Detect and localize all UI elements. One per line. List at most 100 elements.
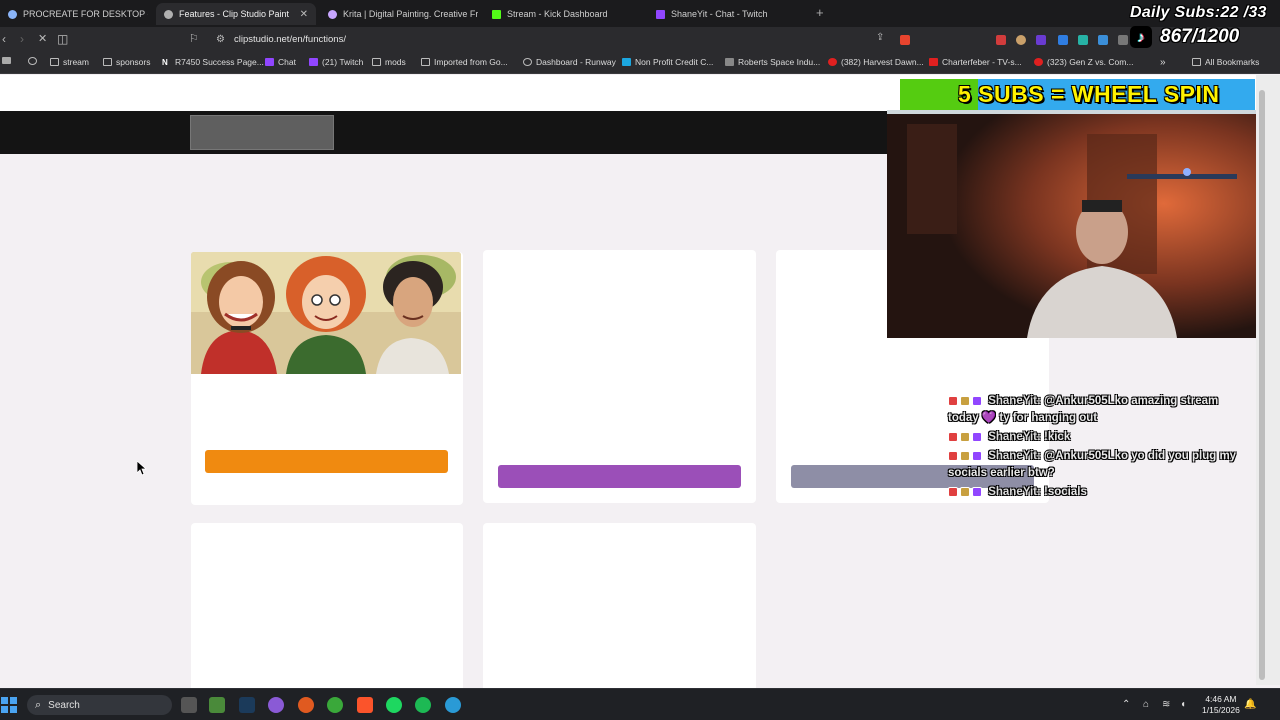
feature-card-button[interactable] <box>205 450 448 473</box>
taskbar-search[interactable]: ⌕ Search <box>27 695 172 715</box>
site-info-icon[interactable]: ⚙ <box>216 34 225 45</box>
bookmark-genz[interactable]: (323) Gen Z vs. Com... <box>1034 57 1133 67</box>
clock[interactable]: 4:46 AM 1/15/2026 <box>1202 694 1240 716</box>
chat-username: ShaneYit: <box>988 431 1041 443</box>
more-bookmarks-icon[interactable]: » <box>1160 57 1166 68</box>
tab-label: ShaneYit - Chat - Twitch <box>671 9 768 19</box>
bookmark-label: Dashboard - Runway <box>536 57 616 67</box>
wheel-spin-text: 5 SUBS = WHEEL SPIN <box>958 81 1220 107</box>
bookmark-stream[interactable]: stream <box>50 57 89 67</box>
feature-card[interactable] <box>191 252 463 505</box>
volume-icon[interactable]: ◖ <box>1180 699 1186 710</box>
chat-badges <box>948 395 982 406</box>
search-icon: ⌕ <box>35 698 42 711</box>
tray-overflow-icon[interactable]: ⌃ <box>1122 699 1130 710</box>
play-icon <box>929 58 938 66</box>
extension-icon[interactable] <box>1036 35 1046 45</box>
notifications-icon[interactable]: 🔔 <box>1244 699 1256 710</box>
scrollbar-thumb[interactable] <box>1259 90 1265 680</box>
globe-app-icon[interactable] <box>445 697 461 713</box>
xbox-icon[interactable] <box>327 697 343 713</box>
twitch-badge-icon <box>972 431 982 442</box>
bookmark-r7450[interactable]: N R7450 Success Page... <box>162 57 264 67</box>
close-tab-icon[interactable]: ✕ <box>300 9 308 20</box>
forward-icon[interactable]: › <box>20 32 24 46</box>
twitch-icon <box>265 58 274 66</box>
clock-time: 4:46 AM <box>1205 694 1237 704</box>
tab-clip-studio[interactable]: Features - Clip Studio Paint ✕ <box>156 3 316 25</box>
bookmark-harvest-dawn[interactable]: (382) Harvest Dawn... <box>828 57 924 67</box>
twitch-badge-icon <box>972 395 982 406</box>
broadcaster-badge-icon <box>948 395 958 406</box>
broadcaster-badge-icon <box>948 431 958 442</box>
windows-taskbar: ⌕ Search ⌃ ⌂ ≋ ◖ 4:46 AM 1/15/2026 🔔 <box>0 688 1280 720</box>
sidebar-toggle-icon[interactable]: ◫ <box>57 32 68 46</box>
chat-badges <box>948 450 982 461</box>
steam-icon[interactable] <box>239 697 255 713</box>
network-icon[interactable]: ⌂ <box>1143 699 1149 710</box>
broadcaster-badge-icon <box>948 486 958 497</box>
file-explorer-icon[interactable] <box>209 697 225 713</box>
chat-message: ShaneYit: !kick <box>948 429 1248 446</box>
header-placeholder-button[interactable] <box>190 115 334 150</box>
stop-loading-icon[interactable]: ✕ <box>38 32 47 45</box>
sub-badge-icon <box>960 450 970 461</box>
obs-icon[interactable] <box>298 697 314 713</box>
chat-badges <box>948 431 982 442</box>
task-view-icon[interactable] <box>181 697 197 713</box>
google-icon <box>8 9 17 19</box>
webcam-feed <box>887 110 1256 338</box>
clip-studio-icon <box>164 9 173 19</box>
extension-icon[interactable] <box>1078 35 1088 45</box>
share-icon[interactable]: ⇪ <box>876 32 884 43</box>
bookmark-rsi[interactable]: Roberts Space Indu... <box>725 57 820 67</box>
bookmark-sponsors[interactable]: sponsors <box>103 57 151 67</box>
bookmark-chat[interactable]: Chat <box>265 57 296 67</box>
bookmark-label: (323) Gen Z vs. Com... <box>1047 57 1134 67</box>
tab-twitch-chat[interactable]: ShaneYit - Chat - Twitch <box>648 3 808 25</box>
bookmark-runway[interactable]: Dashboard - Runway <box>523 57 616 67</box>
bookmark-icon[interactable]: ⚐ <box>189 32 199 45</box>
puzzle-icon[interactable] <box>1118 35 1128 45</box>
extension-icon[interactable] <box>1058 35 1068 45</box>
browser-tab-bar: PROCREATE FOR DESKTOP - Google Features … <box>0 0 1280 27</box>
spotify-icon[interactable] <box>386 697 402 713</box>
bookmark-imported[interactable]: Imported from Go... <box>421 57 508 67</box>
wifi-icon[interactable]: ≋ <box>1162 699 1170 710</box>
bookmark-charterfeber[interactable]: Charterfeber - TV-s... <box>929 57 1022 67</box>
messaging-icon[interactable] <box>268 697 284 713</box>
folder-icon <box>372 58 381 66</box>
bookmark-mods[interactable]: mods <box>372 57 406 67</box>
extension-icon[interactable] <box>1016 35 1026 45</box>
all-bookmarks[interactable]: All Bookmarks <box>1192 57 1259 67</box>
bookmark-label: (21) Twitch <box>322 57 364 67</box>
url-field[interactable]: clipstudio.net/en/functions/ <box>234 34 346 45</box>
recent-icon[interactable] <box>28 57 37 65</box>
windows-start-icon[interactable] <box>1 697 17 713</box>
krita-icon <box>328 9 337 19</box>
apps-icon[interactable] <box>2 57 11 64</box>
bookmark-label: stream <box>63 57 89 67</box>
bookmark-label: sponsors <box>116 57 151 67</box>
feature-card[interactable] <box>191 523 463 693</box>
feature-card[interactable] <box>483 523 756 693</box>
brave-shield-icon[interactable] <box>900 35 910 45</box>
tab-procreate[interactable]: PROCREATE FOR DESKTOP - Google <box>0 3 148 25</box>
bookmark-label: mods <box>385 57 406 67</box>
search-label: Search <box>48 699 80 711</box>
extension-icon[interactable] <box>996 35 1006 45</box>
stream-chat-overlay: ShaneYit: @Ankur505Lko amazing stream to… <box>948 393 1248 501</box>
bookmark-nonprofit[interactable]: Non Profit Credit C... <box>622 57 713 67</box>
tab-kick-dashboard[interactable]: Stream - Kick Dashboard <box>484 3 644 25</box>
back-icon[interactable]: ‹ <box>2 32 6 46</box>
twitch-badge-icon <box>972 450 982 461</box>
chat-text: !kick <box>1044 431 1071 443</box>
feature-card[interactable] <box>483 250 756 503</box>
feature-card-button[interactable] <box>498 465 741 488</box>
tab-krita[interactable]: Krita | Digital Painting. Creative Freed <box>320 3 478 25</box>
new-tab-icon[interactable]: + <box>816 5 824 20</box>
brave-icon[interactable] <box>357 697 373 713</box>
spotify-alt-icon[interactable] <box>415 697 431 713</box>
extension-icon[interactable] <box>1098 35 1108 45</box>
bookmark-twitch[interactable]: (21) Twitch <box>309 57 363 67</box>
